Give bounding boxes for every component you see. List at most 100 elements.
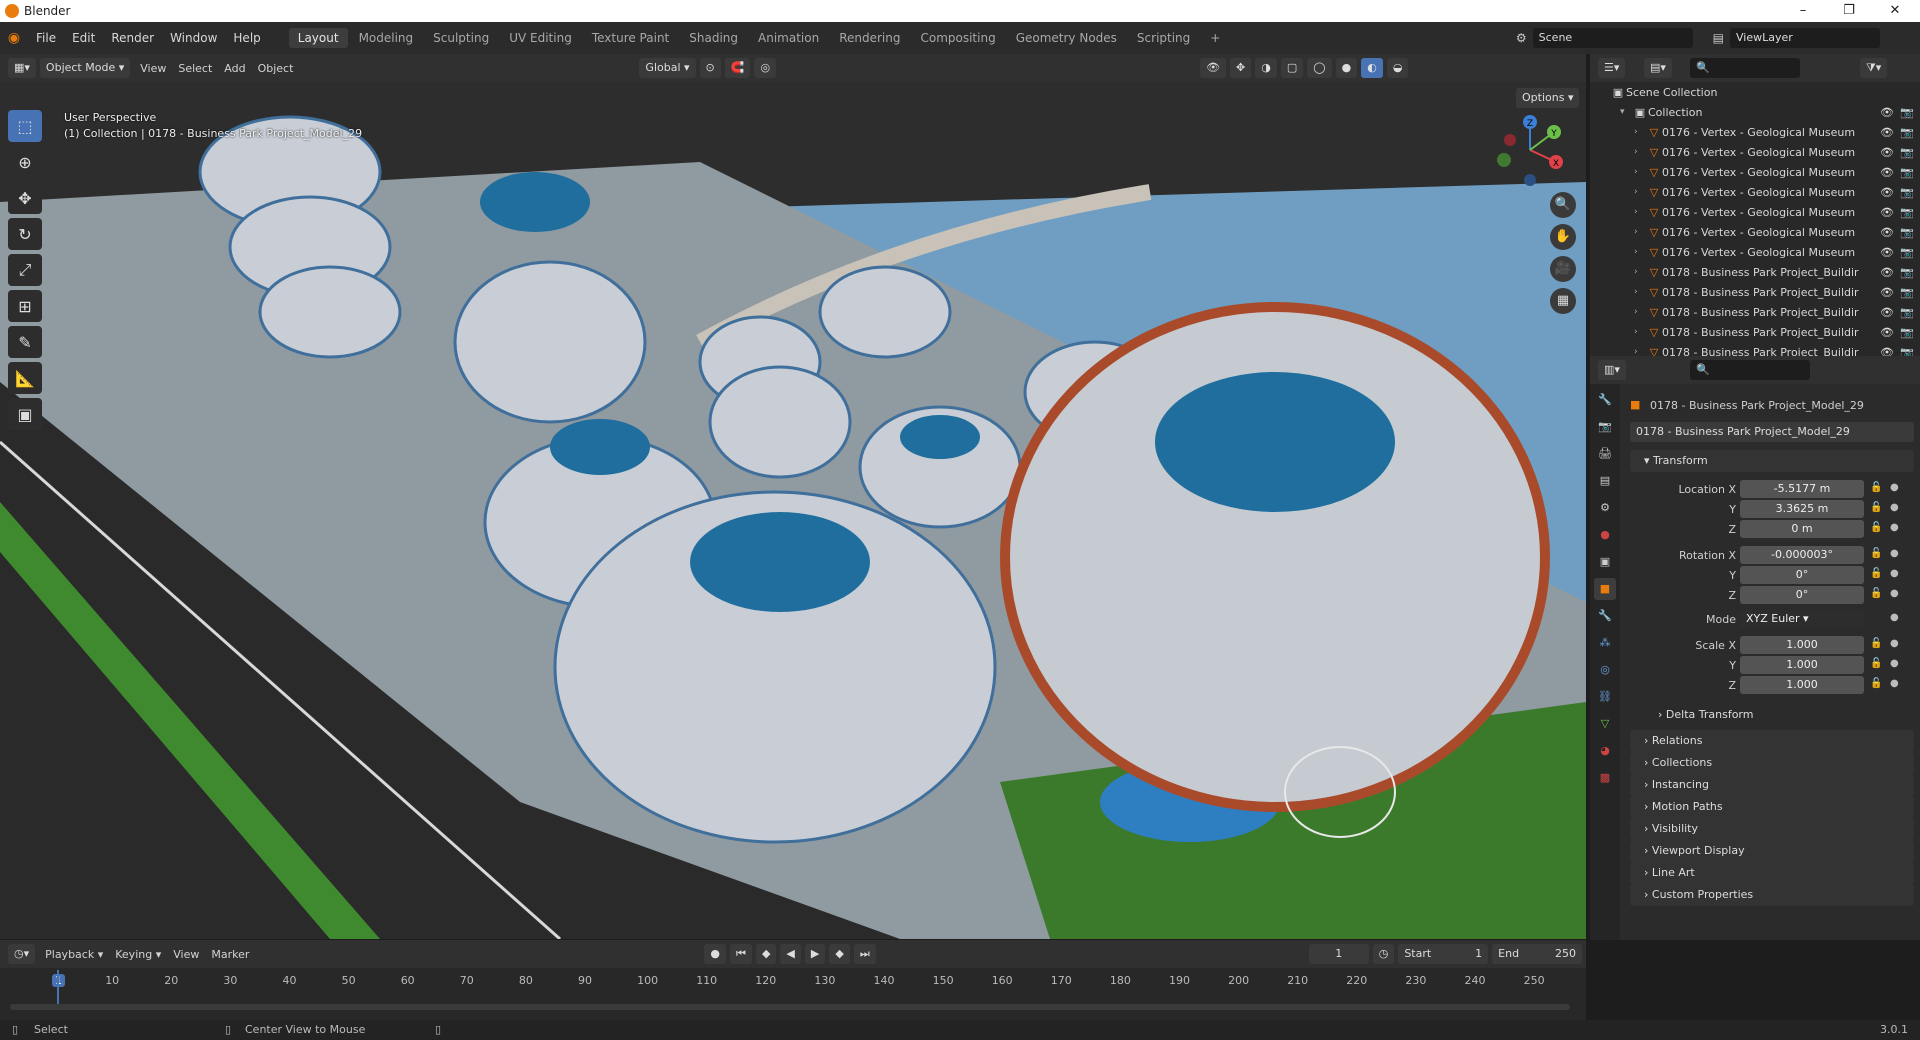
timeline[interactable]: 1102030405060708090100110120130140150160… bbox=[0, 968, 1586, 1020]
eye-icon[interactable]: 👁 bbox=[1880, 306, 1894, 319]
lock-icon[interactable]: 🔓 bbox=[1870, 502, 1882, 513]
panel-visibility[interactable]: › Visibility bbox=[1630, 818, 1914, 840]
transform-orientation-dropdown[interactable]: Global ▾ bbox=[639, 58, 696, 78]
camera-icon[interactable]: 📷 bbox=[1900, 286, 1914, 299]
panel-motion-paths[interactable]: › Motion Paths bbox=[1630, 796, 1914, 818]
scale-icon[interactable]: ⤢ bbox=[8, 254, 42, 286]
overlay-toggle-icon[interactable]: ◑ bbox=[1255, 58, 1277, 78]
outliner-item[interactable]: › ▽ 0176 - Vertex - Geological Museum 👁 📷 bbox=[1590, 162, 1920, 182]
menu-keying[interactable]: Keying ▾ bbox=[109, 948, 167, 961]
view-layer-tab-icon[interactable]: ▤ bbox=[1594, 470, 1616, 492]
menu-view[interactable]: View bbox=[134, 62, 172, 75]
editor-type-icon[interactable]: ▦▾ bbox=[8, 58, 36, 78]
location-x-field[interactable]: -5.5177 m bbox=[1740, 480, 1864, 498]
outliner-item[interactable]: › ▽ 0176 - Vertex - Geological Museum 👁 📷 bbox=[1590, 222, 1920, 242]
eye-icon[interactable]: 👁 bbox=[1880, 266, 1894, 279]
tab-uv-editing[interactable]: UV Editing bbox=[500, 28, 581, 48]
world-tab-icon[interactable]: ● bbox=[1594, 524, 1616, 546]
camera-icon[interactable]: 📷 bbox=[1900, 226, 1914, 239]
eye-icon[interactable]: 👁 bbox=[1880, 186, 1894, 199]
menu-object[interactable]: Object bbox=[252, 62, 300, 75]
rotate-icon[interactable]: ↻ bbox=[8, 218, 42, 250]
prev-keyframe-icon[interactable]: ◆ bbox=[755, 944, 777, 964]
add-cube-icon[interactable]: ▣ bbox=[8, 398, 42, 430]
menu-render[interactable]: Render bbox=[103, 31, 162, 45]
jump-end-icon[interactable]: ⏭ bbox=[853, 944, 876, 964]
eye-icon[interactable]: 👁 bbox=[1880, 166, 1894, 179]
tab-layout[interactable]: Layout bbox=[288, 28, 348, 48]
outliner-item[interactable]: › ▽ 0178 - Business Park Project_Buildir 👁 📷 bbox=[1590, 302, 1920, 322]
cursor-icon[interactable]: ⊕ bbox=[8, 146, 42, 178]
shading-rendered-icon[interactable]: ◒ bbox=[1386, 58, 1409, 78]
maximize-button[interactable]: ❐ bbox=[1826, 0, 1872, 22]
outliner-root[interactable]: ▣ Scene Collection bbox=[1590, 82, 1920, 102]
3d-viewport[interactable] bbox=[0, 82, 1586, 939]
display-mode-icon[interactable]: ▤▾ bbox=[1644, 58, 1672, 78]
tab-scripting[interactable]: Scripting bbox=[1128, 28, 1199, 48]
play-reverse-icon[interactable]: ◀ bbox=[780, 944, 801, 964]
measure-icon[interactable]: 📐 bbox=[8, 362, 42, 394]
filter-icon[interactable]: ⧩▾ bbox=[1860, 58, 1888, 78]
tab-animation[interactable]: Animation bbox=[749, 28, 828, 48]
properties-search-input[interactable]: 🔍 bbox=[1690, 360, 1810, 380]
minimize-button[interactable]: – bbox=[1780, 0, 1826, 22]
menu-file[interactable]: File bbox=[28, 31, 64, 45]
outliner-item[interactable]: › ▽ 0176 - Vertex - Geological Museum 👁 📷 bbox=[1590, 202, 1920, 222]
camera-icon[interactable]: 📷 bbox=[1900, 266, 1914, 279]
properties-editor-icon[interactable]: ▥▾ bbox=[1598, 360, 1626, 380]
lock-icon[interactable]: 🔓 bbox=[1870, 638, 1882, 649]
snap-icon[interactable]: 🧲 bbox=[724, 58, 751, 78]
xray-icon[interactable]: ▢ bbox=[1280, 58, 1304, 78]
shading-material-icon[interactable]: ◐ bbox=[1361, 58, 1383, 78]
annotate-icon[interactable]: ✎ bbox=[8, 326, 42, 358]
tab-rendering[interactable]: Rendering bbox=[830, 28, 909, 48]
panel-viewport-display[interactable]: › Viewport Display bbox=[1630, 840, 1914, 862]
tab-compositing[interactable]: Compositing bbox=[911, 28, 1004, 48]
outliner-item[interactable]: › ▽ 0176 - Vertex - Geological Museum 👁 📷 bbox=[1590, 122, 1920, 142]
output-tab-icon[interactable]: 🖨 bbox=[1594, 443, 1616, 465]
panel-line-art[interactable]: › Line Art bbox=[1630, 862, 1914, 884]
tab-shading[interactable]: Shading bbox=[680, 28, 747, 48]
material-tab-icon[interactable]: ◕ bbox=[1594, 740, 1616, 762]
close-button[interactable]: ✕ bbox=[1872, 0, 1918, 22]
ortho-grid-icon[interactable]: ▦ bbox=[1550, 288, 1576, 314]
blender-menu-icon[interactable]: ◉ bbox=[0, 30, 28, 46]
camera-icon[interactable]: 📷 bbox=[1900, 206, 1914, 219]
modifier-tab-icon[interactable]: 🔧 bbox=[1594, 605, 1616, 627]
outliner-collection[interactable]: ▾ ▣ Collection 👁 📷 bbox=[1590, 102, 1920, 122]
scene-tab-icon[interactable]: ⚙ bbox=[1594, 497, 1616, 519]
scale-x-field[interactable]: 1.000 bbox=[1740, 636, 1864, 654]
menu-select[interactable]: Select bbox=[172, 62, 218, 75]
outliner-item[interactable]: › ▽ 0176 - Vertex - Geological Museum 👁 📷 bbox=[1590, 242, 1920, 262]
scale-z-field[interactable]: 1.000 bbox=[1740, 676, 1864, 694]
gizmo-toggle-icon[interactable]: ✥ bbox=[1230, 58, 1252, 78]
select-box-icon[interactable]: ⬚ bbox=[8, 110, 42, 142]
eye-icon[interactable]: 👁 bbox=[1880, 226, 1894, 239]
tab-geometry-nodes[interactable]: Geometry Nodes bbox=[1007, 28, 1126, 48]
menu-window[interactable]: Window bbox=[162, 31, 225, 45]
shading-wireframe-icon[interactable]: ◯ bbox=[1307, 58, 1332, 78]
panel-relations[interactable]: › Relations bbox=[1630, 730, 1914, 752]
collection-tab-icon[interactable]: ▣ bbox=[1594, 551, 1616, 573]
view-layer-field[interactable]: ViewLayer bbox=[1730, 28, 1880, 48]
constraints-tab-icon[interactable]: ⛓ bbox=[1594, 686, 1616, 708]
render-tab-icon[interactable]: 📷 bbox=[1594, 416, 1616, 438]
tab-texture-paint[interactable]: Texture Paint bbox=[583, 28, 678, 48]
panel-instancing[interactable]: › Instancing bbox=[1630, 774, 1914, 796]
timeline-editor-icon[interactable]: ◷▾ bbox=[8, 944, 36, 964]
transform-panel-header[interactable]: ▾ Transform bbox=[1630, 450, 1914, 472]
location-y-field[interactable]: 3.3625 m bbox=[1740, 500, 1864, 518]
proportional-edit-icon[interactable]: ◎ bbox=[754, 58, 777, 78]
menu-playback[interactable]: Playback ▾ bbox=[39, 948, 109, 961]
texture-tab-icon[interactable]: ▩ bbox=[1594, 767, 1616, 789]
timeline-scrollbar[interactable] bbox=[10, 1004, 1570, 1010]
lock-icon[interactable]: 🔓 bbox=[1870, 482, 1882, 493]
zoom-icon[interactable]: 🔍 bbox=[1550, 192, 1576, 218]
eye-icon[interactable]: 👁 bbox=[1880, 326, 1894, 339]
start-frame-field[interactable]: Start 1 bbox=[1398, 944, 1489, 964]
outliner-editor-icon[interactable]: ☰▾ bbox=[1598, 58, 1626, 78]
location-z-field[interactable]: 0 m bbox=[1740, 520, 1864, 538]
camera-icon[interactable]: 📷 bbox=[1900, 326, 1914, 339]
play-icon[interactable]: ▶ bbox=[804, 944, 826, 964]
pan-hand-icon[interactable]: ✋ bbox=[1550, 224, 1576, 250]
